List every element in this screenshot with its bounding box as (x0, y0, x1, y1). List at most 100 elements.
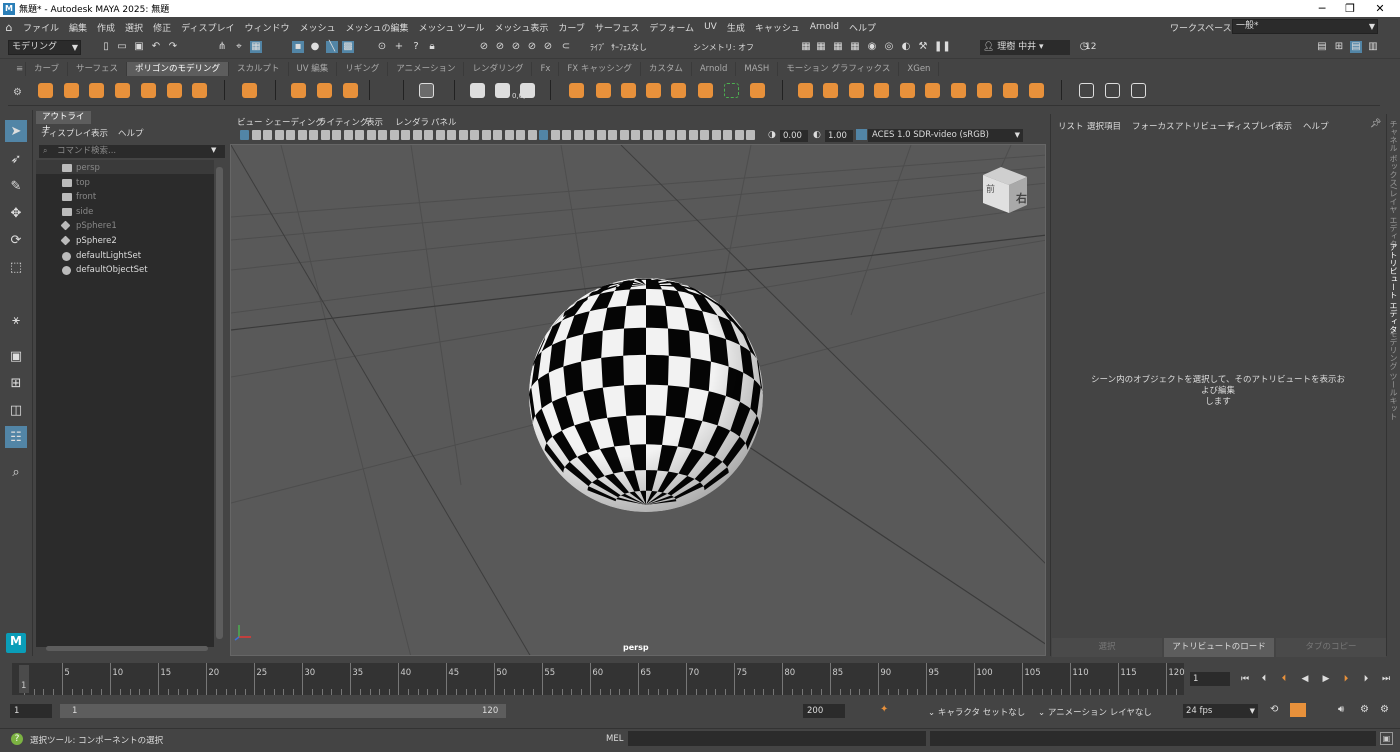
view-cube-front-label[interactable]: 前 (986, 182, 995, 195)
camera-based-icon[interactable] (1026, 80, 1046, 100)
view-cube-right-label[interactable]: 右 (1016, 190, 1027, 206)
tab-poly-modeling[interactable]: ポリゴンのモデリング (127, 62, 230, 76)
tab-fx[interactable]: Fx (532, 62, 560, 76)
menu-generate[interactable]: 生成 (722, 21, 750, 34)
close-button[interactable]: ✕ (1360, 0, 1400, 17)
viewport-tool-icon[interactable] (527, 130, 537, 140)
tab-mash[interactable]: MASH (736, 62, 779, 76)
tab-surfaces[interactable]: サーフェス (68, 62, 127, 76)
arnold-ipr-icon[interactable]: ◐ (900, 41, 912, 53)
viewport-tool-icon[interactable] (493, 130, 502, 140)
auto-key-icon[interactable]: ✦ (880, 704, 888, 715)
input-ops-icon[interactable]: ⊘ (510, 41, 522, 53)
menu-mesh-tools[interactable]: メッシュ ツール (414, 21, 490, 34)
pause-icon[interactable]: ❚❚ (934, 41, 951, 53)
connect-icon[interactable] (721, 80, 741, 100)
tab-animation[interactable]: アニメーション (388, 62, 465, 76)
separate-icon[interactable] (492, 80, 512, 100)
single-pane-layout-icon[interactable]: ▣ (5, 345, 27, 367)
render-frame-icon[interactable]: ▦ (800, 41, 812, 53)
viewport-tool-icon[interactable] (642, 130, 652, 140)
menu-set-select[interactable]: モデリング ▼ (8, 40, 81, 55)
ae-menu-display[interactable]: ディスプレイ (1226, 120, 1276, 132)
sound-icon[interactable]: 🔊︎ (1338, 704, 1344, 715)
ae-select-button[interactable]: 選択 (1052, 638, 1162, 657)
tab-uv-editing[interactable]: UV 編集 (289, 62, 338, 76)
viewport-tool-icon[interactable] (539, 130, 548, 140)
auto-uv-icon[interactable] (922, 80, 942, 100)
redo-icon[interactable]: ↷ (167, 41, 179, 53)
shelf-settings-icon[interactable]: ⚙ (13, 87, 22, 98)
type-icon[interactable] (416, 80, 436, 100)
viewport-menu-view[interactable]: ビュー (237, 116, 263, 128)
torus-icon[interactable] (138, 80, 158, 100)
viewport-tool-icon[interactable] (481, 130, 491, 140)
viewport-tool-icon[interactable] (654, 130, 663, 140)
tab-attribute-editor[interactable]: アトリビュート エディタ (1388, 243, 1399, 334)
exposure-field[interactable]: 0.00 (780, 130, 808, 142)
go-to-start-icon[interactable]: ⏮ (1238, 673, 1252, 685)
history-icon[interactable]: ⊘ (478, 41, 490, 53)
extrude-icon[interactable] (566, 80, 586, 100)
anim-layer-select[interactable]: ⌄ アニメーション レイヤなし (1038, 706, 1152, 718)
sculpt-icon[interactable] (1076, 80, 1096, 100)
loop-icon[interactable]: ⟲ (1270, 704, 1278, 715)
channel-box-toggle-icon[interactable]: ▥ (1367, 41, 1379, 53)
offset-edge-loop-icon[interactable] (795, 80, 815, 100)
menu-uv[interactable]: UV (699, 22, 722, 32)
gamma-field[interactable]: 1.00 (825, 130, 853, 142)
home-icon[interactable]: ⌂ (0, 21, 18, 34)
viewport-tool-icon[interactable] (504, 130, 514, 140)
layout-icon[interactable] (1000, 80, 1020, 100)
list-item[interactable]: persp (62, 161, 100, 175)
range-inner-end[interactable]: 120 (482, 706, 498, 716)
bridge-icon[interactable] (593, 80, 613, 100)
viewport-tool-icon[interactable] (665, 130, 675, 140)
viewport-tool-icon[interactable] (355, 130, 364, 140)
anim-prefs-icon[interactable]: ⚙ (1360, 704, 1369, 715)
quad-draw-icon[interactable] (820, 80, 840, 100)
menu-help[interactable]: ヘルプ (844, 21, 881, 34)
menu-cache[interactable]: キャッシュ (750, 21, 805, 34)
cache-playback-icon[interactable] (1290, 703, 1306, 717)
viewport-tool-icon[interactable] (596, 130, 606, 140)
pin-icon[interactable]: 📌︎ (1370, 119, 1381, 129)
outliner-hscrollbar[interactable] (46, 646, 208, 651)
mel-command-input[interactable] (628, 731, 926, 746)
snap-grid-icon[interactable]: ▪ (292, 41, 304, 53)
range-inner-start[interactable]: 1 (72, 706, 77, 716)
viewport-tool-icon[interactable] (700, 130, 709, 140)
viewport-tool-icon[interactable] (688, 130, 698, 140)
attribute-editor-toggle-icon[interactable]: ▤ (1350, 41, 1362, 53)
text-icon[interactable] (314, 80, 334, 100)
step-forward-frame-icon[interactable]: ⏵ (1359, 673, 1373, 685)
viewport-tool-icon[interactable] (424, 130, 433, 140)
viewport-tool-icon[interactable] (309, 130, 318, 140)
svg-icon[interactable] (340, 80, 360, 100)
output-ops-icon[interactable]: ⊘ (526, 41, 538, 53)
outliner-menu-show[interactable]: 表示 (91, 127, 108, 139)
target-weld-icon[interactable] (695, 80, 715, 100)
viewport-tool-icon[interactable] (608, 130, 617, 140)
gamma-icon[interactable]: ◐ (813, 130, 821, 140)
live-surface-value[interactable]: ｻｰﾌｪｽなし (611, 42, 647, 53)
list-item[interactable]: defaultObjectSet (62, 263, 148, 277)
cube-icon[interactable] (61, 80, 81, 100)
magnet-icon[interactable]: ⊂ (560, 41, 572, 53)
render-seq-icon[interactable]: ▦ (815, 41, 827, 53)
tab-arnold[interactable]: Arnold (692, 62, 737, 76)
disc-icon[interactable] (189, 80, 209, 100)
viewport-tool-icon[interactable] (746, 130, 755, 140)
superellipse-icon[interactable] (288, 80, 308, 100)
viewport-tool-icon[interactable] (274, 130, 284, 140)
shelf-menu-icon[interactable]: ≡ (8, 62, 26, 76)
menu-mesh[interactable]: メッシュ (294, 21, 340, 34)
ae-menu-help[interactable]: ヘルプ (1303, 120, 1329, 132)
select-component-icon[interactable]: ▦ (250, 41, 262, 53)
viewport-tool-icon[interactable] (240, 130, 249, 140)
viewport-menu-lighting[interactable]: ライティング (318, 116, 368, 128)
user-account[interactable]: 👤︎ 理樹 中井 ▾ (980, 40, 1070, 55)
append-icon[interactable] (643, 80, 663, 100)
viewport-tool-icon[interactable] (585, 130, 594, 140)
scale-tool-icon[interactable]: ⬚ (5, 256, 27, 278)
